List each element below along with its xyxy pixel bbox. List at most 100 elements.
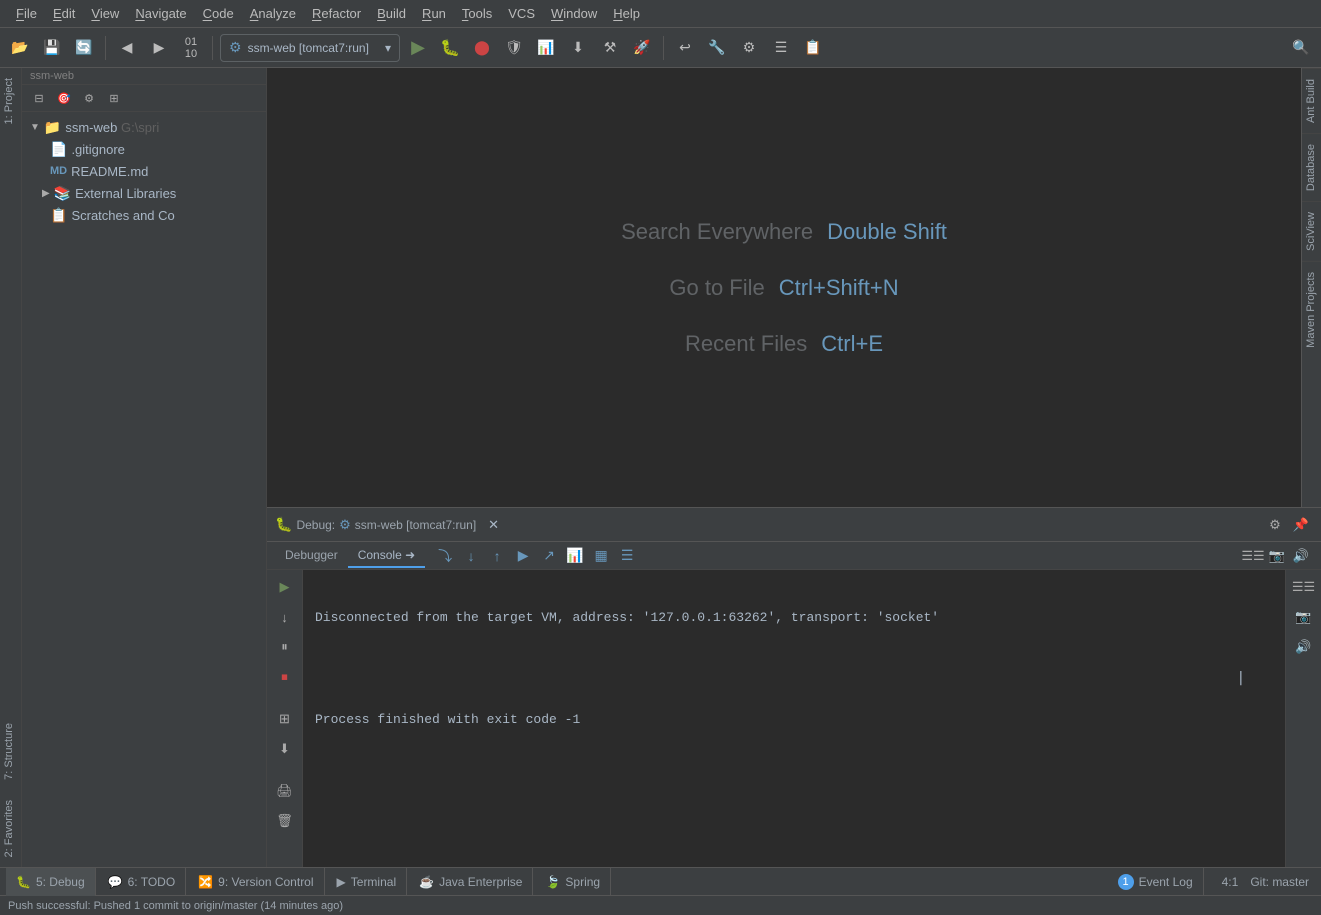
right-tab-db[interactable]: Database: [1302, 133, 1321, 201]
menu-build[interactable]: Build: [369, 4, 414, 23]
tab-console[interactable]: Console ➜: [348, 544, 425, 568]
debug-console-settings-btn[interactable]: ☰☰: [1241, 544, 1265, 568]
editor-main[interactable]: Search Everywhere Double Shift Go to Fil…: [267, 68, 1301, 507]
run-to-cursor-btn[interactable]: ↗: [537, 544, 561, 568]
right-tab-ant[interactable]: Ant Build: [1302, 68, 1321, 133]
audio-btn[interactable]: 🔊: [1291, 634, 1317, 660]
undo-button[interactable]: ↩: [671, 34, 699, 62]
run-button[interactable]: ▶: [404, 34, 432, 62]
search-everywhere-button[interactable]: 🔍: [1287, 34, 1315, 62]
tree-label-extlibs: External Libraries: [75, 186, 176, 201]
vcs-button[interactable]: 0110: [177, 34, 205, 62]
debug-close-x[interactable]: ✕: [488, 517, 499, 533]
menu-view[interactable]: View: [83, 4, 127, 23]
hint-goto: Go to File Ctrl+Shift+N: [669, 275, 898, 301]
settings-button[interactable]: ⚙: [735, 34, 763, 62]
status-tab-debug[interactable]: 🐛 5: Debug: [6, 868, 96, 896]
menu-vcs[interactable]: VCS: [500, 4, 543, 23]
notifications-button[interactable]: 📋: [799, 34, 827, 62]
menu-refactor[interactable]: Refactor: [304, 4, 369, 23]
tree-item-extlibs[interactable]: ▶ 📚 External Libraries: [22, 182, 266, 204]
debug-pin-btn[interactable]: 📌: [1289, 513, 1313, 537]
profile-button[interactable]: 📊: [532, 34, 560, 62]
structure-panel-toggle[interactable]: 7: Structure: [0, 713, 21, 790]
tree-item-gitignore[interactable]: 📄 .gitignore: [22, 138, 266, 160]
tree-item-scratches[interactable]: 📋 Scratches and Co: [22, 204, 266, 226]
expand-proj-button[interactable]: ⊞: [103, 88, 125, 108]
print-btn[interactable]: 🖨: [272, 778, 298, 804]
settings-proj-button[interactable]: ⚙: [78, 88, 100, 108]
project-toolbar: ⊟ 🎯 ⚙ ⊞: [22, 85, 266, 112]
stop-button[interactable]: ⬤: [468, 34, 496, 62]
structure-button[interactable]: ☰: [767, 34, 795, 62]
right-sidebar: Ant Build Database SciView Maven Project…: [1301, 68, 1321, 507]
threads-btn[interactable]: ☰: [615, 544, 639, 568]
evaluate-btn[interactable]: 📊: [563, 544, 587, 568]
locate-file-button[interactable]: 🎯: [53, 88, 75, 108]
status-tab-java[interactable]: ☕ Java Enterprise: [409, 868, 533, 896]
deploy-button[interactable]: 🚀: [628, 34, 656, 62]
sync-button[interactable]: 🔄: [70, 34, 98, 62]
menu-code[interactable]: Code: [195, 4, 242, 23]
project-tree: ▼ 📁 ssm-web G:\spri 📄 .gitignore MD READ…: [22, 112, 266, 867]
open-folder-button[interactable]: 📂: [6, 34, 34, 62]
menu-navigate[interactable]: Navigate: [127, 4, 194, 23]
menu-run[interactable]: Run: [414, 4, 454, 23]
back-button[interactable]: ◀: [113, 34, 141, 62]
stop-session-btn[interactable]: ⏹: [272, 664, 298, 690]
text-cursor: |: [1237, 670, 1245, 686]
right-tab-maven[interactable]: Maven Projects: [1302, 261, 1321, 358]
console-line-2: Process finished with exit code -1: [315, 710, 1273, 731]
update-button[interactable]: ⬇: [564, 34, 592, 62]
camera-btn[interactable]: 📷: [1291, 604, 1317, 630]
frames-btn[interactable]: ▦: [589, 544, 613, 568]
tree-item-readme[interactable]: MD README.md: [22, 160, 266, 182]
terminal-tab-icon: ▶: [337, 875, 346, 889]
status-tab-terminal[interactable]: ▶ Terminal: [327, 868, 408, 896]
build-artifacts-button[interactable]: ⚒: [596, 34, 624, 62]
pause-btn[interactable]: ⏸: [272, 634, 298, 660]
debug-screenshot-btn[interactable]: 📷: [1265, 544, 1289, 568]
status-tab-todo[interactable]: 💬 6: TODO: [98, 868, 187, 896]
resume-program-btn[interactable]: ▶: [272, 574, 298, 600]
menu-window[interactable]: Window: [543, 4, 605, 23]
step-over-btn[interactable]: ⤵: [433, 544, 457, 568]
tab-debugger[interactable]: Debugger: [275, 544, 348, 568]
status-tab-vcs[interactable]: 🔀 9: Version Control: [188, 868, 324, 896]
todo-tab-label: 6: TODO: [128, 875, 176, 889]
step-out-btn[interactable]: ↑: [485, 544, 509, 568]
step-into-btn[interactable]: ↓: [459, 544, 483, 568]
menu-help[interactable]: Help: [605, 4, 648, 23]
forward-button[interactable]: ▶: [145, 34, 173, 62]
step-down-btn[interactable]: ↓: [272, 604, 298, 630]
menu-analyze[interactable]: Analyze: [242, 4, 304, 23]
step-toolbar: ⤵ ↓ ↑ ▶ ↗ 📊 ▦ ☰: [433, 544, 639, 568]
view-breakpoints-btn[interactable]: ⊞: [272, 706, 298, 732]
project-panel-toggle[interactable]: 1: Project: [0, 68, 21, 134]
redo-button[interactable]: 🔧: [703, 34, 731, 62]
menu-edit[interactable]: Edit: [45, 4, 83, 23]
tree-label-scratches: Scratches and Co: [71, 208, 174, 223]
debug-button[interactable]: 🐛: [436, 34, 464, 62]
menu-tools[interactable]: Tools: [454, 4, 500, 23]
clear-console-btn[interactable]: 🗑: [272, 808, 298, 834]
coverage-button[interactable]: 🛡: [500, 34, 528, 62]
debug-settings-btn[interactable]: ⚙: [1263, 513, 1287, 537]
vcs-tab-icon: 🔀: [198, 875, 213, 889]
debug-volume-btn[interactable]: 🔊: [1289, 544, 1313, 568]
status-tab-spring[interactable]: 🍃 Spring: [535, 868, 611, 896]
tree-item-ssmweb[interactable]: ▼ 📁 ssm-web G:\spri: [22, 116, 266, 138]
favorites-panel-toggle[interactable]: 2: Favorites: [0, 790, 21, 867]
main-container: 1: Project 7: Structure 2: Favorites ssm…: [0, 68, 1321, 867]
run-configuration[interactable]: ⚙ ssm-web [tomcat7:run] ▾: [220, 34, 400, 62]
right-tab-sciview[interactable]: SciView: [1302, 201, 1321, 261]
status-tab-eventlog[interactable]: 1 Event Log: [1108, 868, 1204, 896]
message-bar-text: Push successful: Pushed 1 commit to orig…: [8, 900, 343, 912]
collapse-all-button[interactable]: ⊟: [28, 88, 50, 108]
status-tabs: 🐛 5: Debug 💬 6: TODO 🔀 9: Version Contro…: [0, 868, 1210, 896]
resume-btn[interactable]: ▶: [511, 544, 535, 568]
menu-file[interactable]: File: [8, 4, 45, 23]
mute-breakpoints-btn[interactable]: ⬇: [272, 736, 298, 762]
save-all-button[interactable]: 💾: [38, 34, 66, 62]
threads-view-btn[interactable]: ☰☰: [1291, 574, 1317, 600]
